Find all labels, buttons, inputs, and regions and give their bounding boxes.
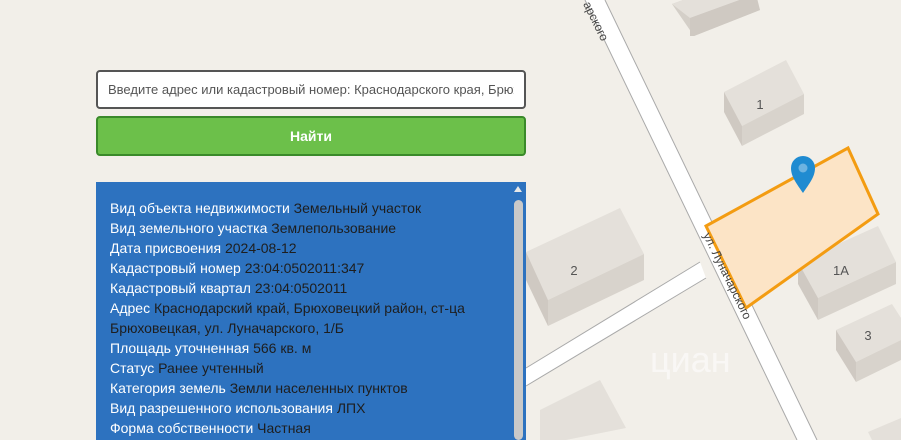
info-value: Землепользование xyxy=(271,220,397,236)
info-row: Дата присвоения 2024-08-12 xyxy=(110,238,504,258)
info-row: Категория земель Земли населенных пункто… xyxy=(110,378,504,398)
info-label: Вид разрешенного использования xyxy=(110,400,333,416)
building-number-2: 2 xyxy=(570,263,577,278)
search-input[interactable] xyxy=(96,70,526,109)
info-value: Частная xyxy=(257,420,311,436)
info-value: Ранее учтенный xyxy=(158,360,264,376)
info-label: Адрес xyxy=(110,300,151,316)
watermark-logo: циан xyxy=(650,339,731,380)
info-label: Вид земельного участка xyxy=(110,220,268,236)
info-panel: Вид объекта недвижимости Земельный участ… xyxy=(96,182,526,440)
info-row: Форма собственности Частная xyxy=(110,418,504,438)
info-row: Кадастровый квартал 23:04:0502011 xyxy=(110,278,504,298)
info-value: Земельный участок xyxy=(293,200,422,216)
info-value: Земли населенных пунктов xyxy=(229,380,408,396)
building-number-1a: 1А xyxy=(833,263,849,278)
info-value: Краснодарский край, Брюховецкий район, с… xyxy=(110,300,465,336)
info-label: Статус xyxy=(110,360,155,376)
info-value: 2024-08-12 xyxy=(224,240,297,256)
info-label: Кадастровый номер xyxy=(110,260,241,276)
info-label: Категория земель xyxy=(110,380,226,396)
find-button[interactable]: Найти xyxy=(96,116,526,156)
info-value: ЛПХ xyxy=(336,400,366,416)
info-row: Вид земельного участка Землепользование xyxy=(110,218,504,238)
info-label: Вид объекта недвижимости xyxy=(110,200,290,216)
info-label: Площадь уточненная xyxy=(110,340,250,356)
info-label: Кадастровый квартал xyxy=(110,280,251,296)
info-label: Дата присвоения xyxy=(110,240,222,256)
scroll-thumb[interactable] xyxy=(514,200,523,440)
info-scrollbar[interactable] xyxy=(510,182,526,440)
info-value: 23:04:0502011 xyxy=(254,280,348,296)
info-row: Кадастровый номер 23:04:0502011:347 xyxy=(110,258,504,278)
info-row: Площадь уточненная 566 кв. м xyxy=(110,338,504,358)
info-value: 23:04:0502011:347 xyxy=(244,260,365,276)
info-row: Вид объекта недвижимости Земельный участ… xyxy=(110,198,504,218)
info-row: Адрес Краснодарский край, Брюховецкий ра… xyxy=(110,298,504,338)
scroll-up-arrow-icon[interactable] xyxy=(514,186,522,192)
info-rows: Вид объекта недвижимости Земельный участ… xyxy=(110,198,504,438)
info-label: Форма собственности xyxy=(110,420,254,436)
building-number-3: 3 xyxy=(864,328,871,343)
info-value: 566 кв. м xyxy=(253,340,312,356)
info-row: Статус Ранее учтенный xyxy=(110,358,504,378)
info-row: Вид разрешенного использования ЛПХ xyxy=(110,398,504,418)
building-number-1: 1 xyxy=(756,97,763,112)
